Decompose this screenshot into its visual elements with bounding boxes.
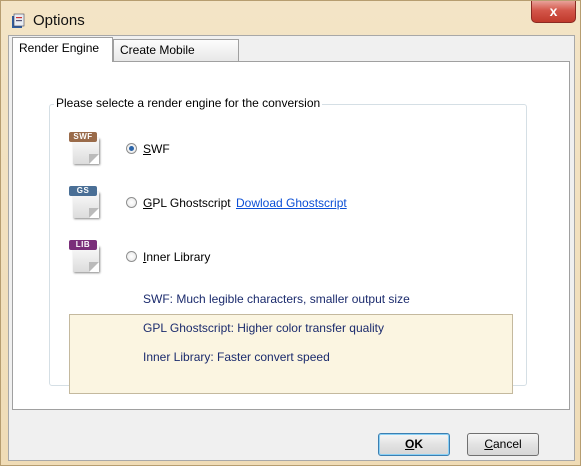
radio-swf-button[interactable]	[126, 143, 137, 154]
download-ghostscript-link[interactable]: Dowload Ghostscript	[236, 196, 347, 210]
close-button[interactable]: x	[531, 1, 576, 23]
ghostscript-icon: GS	[69, 186, 103, 218]
gs-tag: GS	[69, 186, 97, 196]
render-engine-panel: Please selecte a render engine for the c…	[12, 61, 570, 410]
cancel-button[interactable]: Cancel	[467, 433, 539, 456]
app-icon	[12, 13, 25, 28]
radio-inner-library-label: Inner Library	[143, 250, 211, 264]
close-icon: x	[549, 3, 558, 19]
lib-tag: LIB	[69, 240, 97, 250]
tab-create-mobile-version[interactable]: Create Mobile Version	[113, 39, 239, 77]
info-inner-library: Inner Library: Faster convert speed	[143, 350, 330, 364]
radio-inner-library-button[interactable]	[126, 251, 137, 262]
radio-swf-label: SWF	[143, 142, 170, 156]
info-swf: SWF: Much legible characters, smaller ou…	[143, 292, 410, 306]
radio-ghostscript-button[interactable]	[126, 197, 137, 208]
title-bar[interactable]: Options x	[1, 1, 580, 35]
swf-tag: SWF	[69, 132, 97, 142]
tab-render-engine[interactable]: Render Engine	[12, 37, 113, 62]
window-title: Options	[33, 12, 85, 29]
ok-button[interactable]: OK	[378, 433, 450, 456]
radio-ghostscript-label: GPL Ghostscript	[143, 196, 231, 210]
dialog-client-area: Render Engine Create Mobile Version Plea…	[8, 35, 575, 461]
info-ghostscript: GPL Ghostscript: Higher color transfer q…	[143, 321, 384, 335]
group-legend: Please selecte a render engine for the c…	[54, 96, 323, 110]
inner-library-icon: LIB	[69, 240, 103, 272]
options-dialog: Options x Render Engine Create Mobile Ve…	[0, 0, 581, 466]
swf-icon: SWF	[69, 132, 103, 164]
